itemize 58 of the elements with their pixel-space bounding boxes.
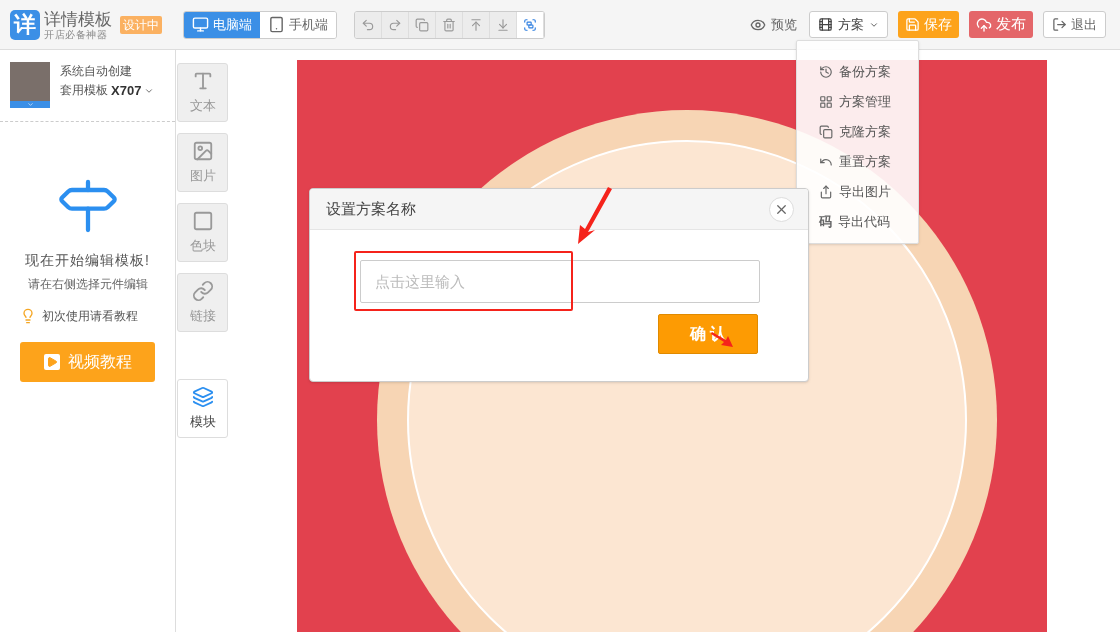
- toolbar-button[interactable]: [355, 11, 382, 38]
- template-source: 系统自动创建: [60, 63, 133, 80]
- lightbulb-icon: [20, 308, 36, 324]
- move-top-icon: [469, 17, 483, 32]
- copy-icon: [819, 125, 833, 139]
- group-icon: [523, 17, 537, 32]
- film-icon: [818, 17, 833, 32]
- plan-name-field[interactable]: 点击这里输入: [360, 260, 760, 303]
- preview-button[interactable]: 预览: [750, 14, 797, 35]
- dialog-title: 设置方案名称: [326, 198, 416, 219]
- plan-menu-item[interactable]: 方案管理: [797, 87, 918, 117]
- template-code[interactable]: X707: [111, 81, 142, 100]
- trash-icon: [442, 17, 456, 32]
- duplicate-icon: [415, 17, 429, 32]
- plan-menu-item[interactable]: 克隆方案: [797, 117, 918, 147]
- upload-icon: [976, 16, 992, 33]
- toolbar-button[interactable]: [517, 11, 544, 38]
- share-icon: [819, 185, 833, 199]
- save-icon: [905, 17, 920, 32]
- template-thumbnail[interactable]: [10, 62, 50, 108]
- view-tab[interactable]: 手机端: [260, 11, 336, 38]
- close-button[interactable]: [769, 196, 794, 222]
- plan-menu-button[interactable]: 方案: [809, 11, 888, 38]
- toolbar-button[interactable]: [463, 11, 490, 38]
- tutorial-tip[interactable]: 初次使用请看教程: [42, 307, 138, 325]
- publish-button[interactable]: 发布: [969, 11, 1033, 38]
- plan-menu-item[interactable]: 重置方案: [797, 147, 918, 177]
- link-tool-icon: [191, 279, 214, 302]
- code-glyph: 码: [819, 213, 832, 232]
- image-tool-icon: [191, 139, 214, 162]
- exit-button[interactable]: 退出: [1043, 11, 1106, 38]
- template-prefix: 套用模板: [60, 82, 108, 99]
- toolbar-button[interactable]: [436, 11, 463, 38]
- grid-icon: [819, 95, 833, 109]
- annotation-arrow: [578, 187, 612, 244]
- app-name: 详情模板: [44, 9, 112, 29]
- history-icon: [819, 65, 833, 79]
- plan-menu-item[interactable]: 备份方案: [797, 57, 918, 87]
- welcome-subline: 请在右侧选择元件编辑: [27, 276, 148, 293]
- logo-mark: 详: [10, 9, 40, 40]
- view-tab[interactable]: 电脑端: [184, 11, 260, 38]
- chevron-icon: [26, 101, 34, 108]
- undo-icon: [361, 17, 375, 32]
- monitor-icon: [192, 16, 209, 33]
- play-icon: [43, 354, 60, 370]
- redo-icon: [388, 17, 402, 32]
- tablet-icon: [268, 16, 285, 33]
- toolbar-button[interactable]: [490, 11, 517, 38]
- layers-icon: [191, 385, 214, 408]
- status-badge: 设计中: [120, 15, 162, 34]
- module-button[interactable]: 模块: [177, 379, 228, 438]
- move-bottom-icon: [496, 17, 510, 32]
- app-tagline: 开店必备神器: [44, 28, 108, 40]
- exit-icon: [1052, 17, 1067, 32]
- color-block-icon: [191, 209, 214, 232]
- toolbar-button[interactable]: [409, 11, 436, 38]
- welcome-headline: 现在开始编辑模板!: [25, 251, 150, 270]
- toolbar-button[interactable]: [382, 11, 409, 38]
